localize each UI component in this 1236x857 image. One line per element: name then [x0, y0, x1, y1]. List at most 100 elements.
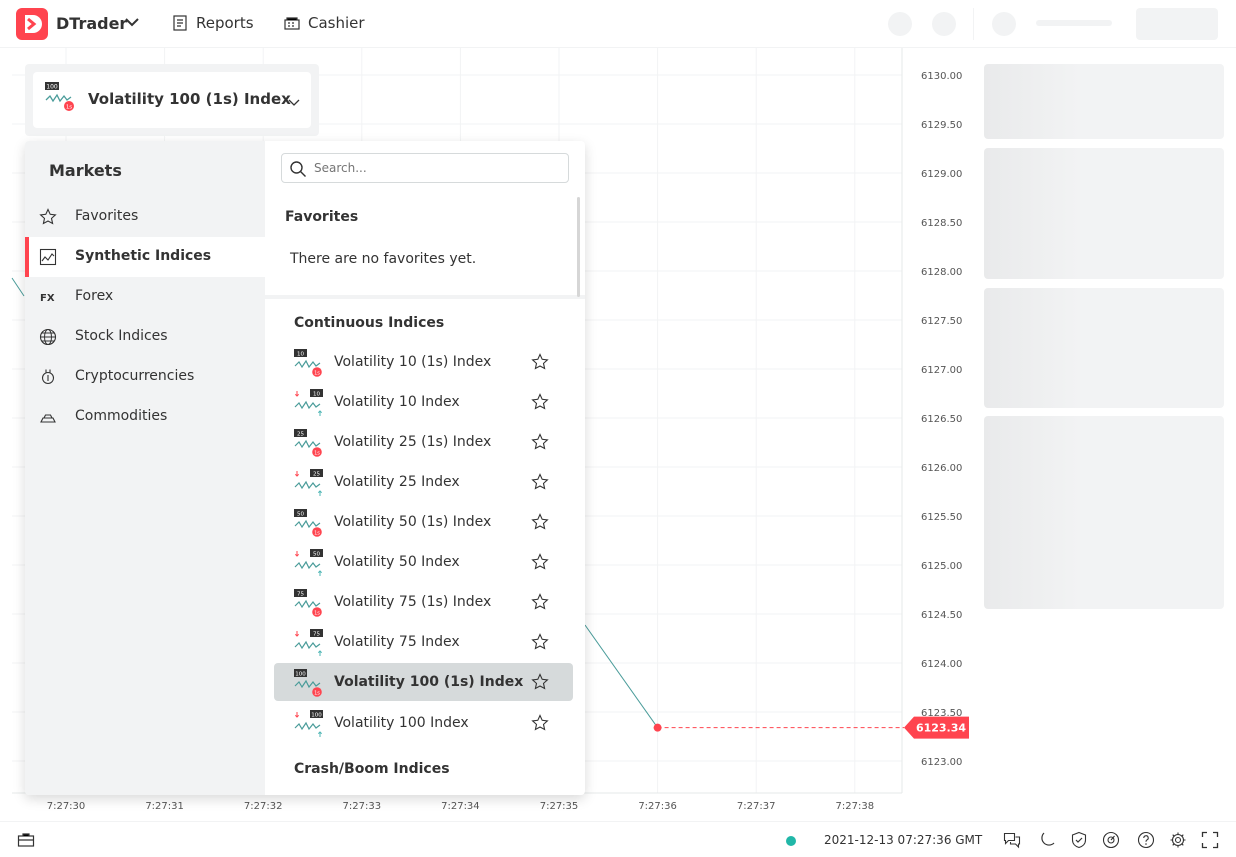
symbol-label: Volatility 25 Index [334, 474, 460, 490]
nav-cashier[interactable]: Cashier [284, 14, 365, 32]
market-item-label: Commodities [75, 408, 168, 424]
last-tick-dot [653, 723, 662, 732]
app-name[interactable]: DTrader [56, 14, 127, 33]
market-item-favorites[interactable]: Favorites [25, 197, 265, 237]
star-icon[interactable] [531, 673, 549, 691]
y-tick-label: 6123.00 [921, 757, 962, 768]
asset-selector-inner[interactable]: 100 1s Volatility 100 (1s) Index [33, 72, 311, 128]
favorites-title: Favorites [285, 209, 359, 225]
star-icon[interactable] [531, 353, 549, 371]
network-status-dot [786, 836, 796, 846]
search-box[interactable] [281, 153, 569, 183]
svg-text:1s: 1s [314, 370, 320, 376]
top-header: DTrader Reports Cashier [0, 0, 1236, 48]
theme-moon-icon[interactable] [1038, 831, 1056, 849]
synthetic-icon [39, 248, 57, 266]
svg-text:1s: 1s [314, 690, 320, 696]
svg-text:75: 75 [297, 591, 304, 597]
y-tick-label: 6128.50 [921, 218, 962, 229]
responsible-trading-icon[interactable] [1102, 831, 1120, 849]
star-icon[interactable] [531, 553, 549, 571]
volatility-icon: 50 [294, 549, 323, 576]
chat-icon[interactable] [1003, 831, 1021, 849]
markets-sidebar: Markets Favorites Synthetic Indices FX F… [25, 141, 265, 795]
symbol-row[interactable]: 50 1s Volatility 50 (1s) Index [274, 503, 573, 541]
commodities-icon [40, 414, 56, 423]
markets-title: Markets [49, 161, 122, 180]
symbol-label: Volatility 50 Index [334, 554, 460, 570]
svg-text:FX: FX [40, 293, 55, 304]
star-icon[interactable] [531, 593, 549, 611]
market-item-synthetic[interactable]: Synthetic Indices [25, 237, 265, 277]
help-icon[interactable] [1137, 831, 1155, 849]
asset-selector[interactable]: 100 1s Volatility 100 (1s) Index [25, 64, 319, 136]
star-icon[interactable] [531, 473, 549, 491]
y-tick-label: 6128.00 [921, 267, 962, 278]
symbol-row[interactable]: 100 1s Volatility 100 (1s) Index [274, 663, 573, 701]
star-icon[interactable] [531, 393, 549, 411]
star-icon[interactable] [531, 513, 549, 531]
symbol-row[interactable]: 75 1s Volatility 75 (1s) Index [274, 583, 573, 621]
svg-text:25: 25 [313, 471, 320, 477]
shield-icon[interactable] [1070, 831, 1088, 849]
market-item-label: Stock Indices [75, 328, 168, 344]
symbol-row[interactable]: 25 1s Volatility 25 (1s) Index [274, 423, 573, 461]
svg-text:25: 25 [297, 431, 304, 437]
symbol-row[interactable]: 50 Volatility 50 Index [274, 543, 573, 581]
market-item-label: Favorites [75, 208, 139, 224]
market-item-stock-indices[interactable]: Stock Indices [25, 317, 265, 357]
forex-icon: FX [40, 293, 55, 304]
symbol-label: Volatility 75 (1s) Index [334, 594, 492, 610]
chevron-down-icon[interactable] [287, 94, 301, 113]
y-tick-label: 6125.50 [921, 512, 962, 523]
y-tick-label: 6130.00 [921, 71, 962, 82]
favorites-section: Favorites There are no favorites yet. [265, 197, 585, 299]
symbol-label: Volatility 10 (1s) Index [334, 354, 492, 370]
globe-icon [39, 328, 57, 346]
fullscreen-icon[interactable] [1201, 831, 1219, 849]
x-tick-label: 7:27:32 [244, 801, 283, 812]
selected-asset-label: Volatility 100 (1s) Index [88, 90, 291, 108]
header-divider [973, 8, 974, 40]
symbol-row[interactable]: 75 Volatility 75 Index [274, 623, 573, 661]
star-icon[interactable] [531, 633, 549, 651]
positions-icon[interactable] [17, 831, 35, 849]
gear-icon[interactable] [1169, 831, 1187, 849]
market-item-crypto[interactable]: Cryptocurrencies [25, 357, 265, 397]
svg-text:1s: 1s [314, 610, 320, 616]
y-tick-label: 6125.00 [921, 561, 962, 572]
search-input[interactable] [314, 159, 554, 177]
volatility-icon: 25 [294, 469, 323, 496]
symbol-row[interactable]: 10 1s Volatility 10 (1s) Index [274, 343, 573, 381]
scrollbar[interactable] [577, 197, 580, 297]
symbol-label: Volatility 25 (1s) Index [334, 434, 492, 450]
y-tick-label: 6126.00 [921, 463, 962, 474]
trade-param-placeholder [984, 288, 1224, 408]
star-icon[interactable] [531, 433, 549, 451]
symbol-label: Volatility 10 Index [334, 394, 460, 410]
symbol-row[interactable]: 10 Volatility 10 Index [274, 383, 573, 421]
svg-text:1s: 1s [314, 530, 320, 536]
deriv-logo-icon[interactable] [16, 8, 48, 40]
star-icon[interactable] [531, 714, 549, 732]
x-tick-label: 7:27:30 [47, 801, 86, 812]
loading-placeholder [932, 12, 956, 36]
chevron-down-icon[interactable] [124, 14, 140, 34]
volatility-icon: 75 [294, 629, 323, 656]
market-item-commodities[interactable]: Commodities [25, 397, 265, 437]
market-item-forex[interactable]: FX Forex [25, 277, 265, 317]
volatility-1s-icon: 100 1s [294, 669, 322, 697]
x-tick-label: 7:27:36 [638, 801, 677, 812]
svg-text:75: 75 [313, 631, 320, 637]
x-tick-label: 7:27:31 [145, 801, 184, 812]
nav-reports[interactable]: Reports [172, 14, 254, 32]
x-tick-label: 7:27:38 [836, 801, 875, 812]
volatility-icon: 10 [294, 389, 323, 416]
svg-text:10: 10 [297, 351, 304, 357]
symbol-row[interactable]: 100 Volatility 100 Index [274, 704, 573, 742]
symbol-row[interactable]: 25 Volatility 25 Index [274, 463, 573, 501]
y-tick-label: 6124.00 [921, 659, 962, 670]
volatility-1s-icon: 25 1s [294, 429, 322, 457]
svg-text:50: 50 [297, 511, 304, 517]
x-tick-label: 7:27:35 [540, 801, 579, 812]
